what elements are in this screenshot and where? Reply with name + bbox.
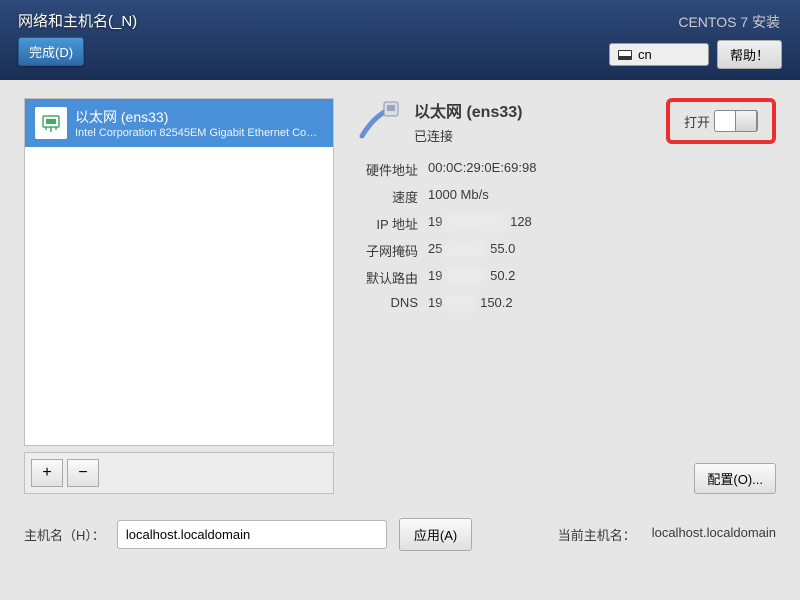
header-right: cn 帮助！ xyxy=(609,40,782,69)
ip-pre: 19 xyxy=(428,214,442,229)
gw-value: 19 50.2 xyxy=(428,268,776,287)
mac-label: 硬件地址 xyxy=(354,160,418,179)
blur-mask xyxy=(444,266,486,286)
blur-mask xyxy=(444,239,486,259)
header-bar: 网络和主机名(_N) 完成(D) CENTOS 7 安装 cn 帮助！ xyxy=(0,0,800,80)
info-row-gw: 默认路由 19 50.2 xyxy=(354,268,776,287)
nic-list[interactable]: 以太网 (ens33) Intel Corporation 82545EM Gi… xyxy=(24,98,334,446)
nic-text: 以太网 (ens33) Intel Corporation 82545EM Gi… xyxy=(75,107,323,139)
dns-post: 150.2 xyxy=(480,295,513,310)
gw-label: 默认路由 xyxy=(354,268,418,287)
footer: 主机名（H）： 应用(A) 当前主机名： localhost.localdoma… xyxy=(0,512,800,569)
current-hostname: 当前主机名： localhost.localdomain xyxy=(558,525,776,544)
current-hostname-value: localhost.localdomain xyxy=(652,525,776,544)
switch-knob xyxy=(735,110,757,132)
installer-name: CENTOS 7 安装 xyxy=(678,12,780,32)
speed-label: 速度 xyxy=(354,187,418,206)
ethernet-icon xyxy=(35,107,67,139)
nic-name: 以太网 (ens33) xyxy=(75,107,323,127)
help-button[interactable]: 帮助！ xyxy=(717,40,782,69)
mask-label: 子网掩码 xyxy=(354,241,418,260)
keyboard-lang: cn xyxy=(638,47,652,62)
connection-toggle-highlight: 打开 xyxy=(666,98,776,144)
speed-value: 1000 Mb/s xyxy=(428,187,776,206)
hostname-input[interactable] xyxy=(117,520,387,549)
nic-list-item[interactable]: 以太网 (ens33) Intel Corporation 82545EM Gi… xyxy=(25,99,333,147)
add-nic-button[interactable]: + xyxy=(31,459,63,487)
mask-value: 25 55.0 xyxy=(428,241,776,260)
ip-value: 19 128 xyxy=(428,214,776,233)
gw-post: 50.2 xyxy=(490,268,515,283)
info-row-dns: DNS 19 150.2 xyxy=(354,295,776,310)
ip-post: 128 xyxy=(510,214,532,229)
mac-value: 00:0C:29:0E:69:98 xyxy=(428,160,776,179)
connection-title: 以太网 (ens33) xyxy=(414,98,522,122)
dns-pre: 19 xyxy=(428,295,442,310)
ip-label: IP 地址 xyxy=(354,214,418,233)
main-content: 以太网 (ens33) Intel Corporation 82545EM Gi… xyxy=(0,80,800,512)
add-remove-toolbar: + − xyxy=(24,452,334,494)
connection-title-block: 以太网 (ens33) 已连接 xyxy=(414,98,522,145)
connection-info: 硬件地址 00:0C:29:0E:69:98 速度 1000 Mb/s IP 地… xyxy=(354,160,776,310)
info-row-mac: 硬件地址 00:0C:29:0E:69:98 xyxy=(354,160,776,179)
toggle-label: 打开 xyxy=(684,112,710,131)
info-row-speed: 速度 1000 Mb/s xyxy=(354,187,776,206)
nic-desc: Intel Corporation 82545EM Gigabit Ethern… xyxy=(75,127,323,139)
blur-mask xyxy=(444,293,476,313)
gw-pre: 19 xyxy=(428,268,442,283)
apply-button[interactable]: 应用(A) xyxy=(399,518,472,551)
mask-post: 55.0 xyxy=(490,241,515,256)
hostname-label: 主机名（H）： xyxy=(24,525,105,544)
dns-label: DNS xyxy=(354,295,418,310)
dns-value: 19 150.2 xyxy=(428,295,776,310)
right-panel: 以太网 (ens33) 已连接 打开 硬件地址 00:0C:29:0E:69:9… xyxy=(354,98,776,494)
info-row-ip: IP 地址 19 128 xyxy=(354,214,776,233)
done-button[interactable]: 完成(D) xyxy=(18,37,84,66)
ethernet-cable-icon xyxy=(354,98,402,146)
keyboard-layout-indicator[interactable]: cn xyxy=(609,43,709,66)
mask-pre: 25 xyxy=(428,241,442,256)
configure-button[interactable]: 配置(O)... xyxy=(694,463,776,494)
info-row-mask: 子网掩码 25 55.0 xyxy=(354,241,776,260)
keyboard-icon xyxy=(618,50,632,60)
connection-toggle[interactable] xyxy=(714,110,758,132)
current-hostname-label: 当前主机名： xyxy=(558,525,636,544)
remove-nic-button[interactable]: − xyxy=(67,459,99,487)
left-panel: 以太网 (ens33) Intel Corporation 82545EM Gi… xyxy=(24,98,334,494)
connection-status: 已连接 xyxy=(414,126,522,145)
blur-mask xyxy=(444,212,506,232)
